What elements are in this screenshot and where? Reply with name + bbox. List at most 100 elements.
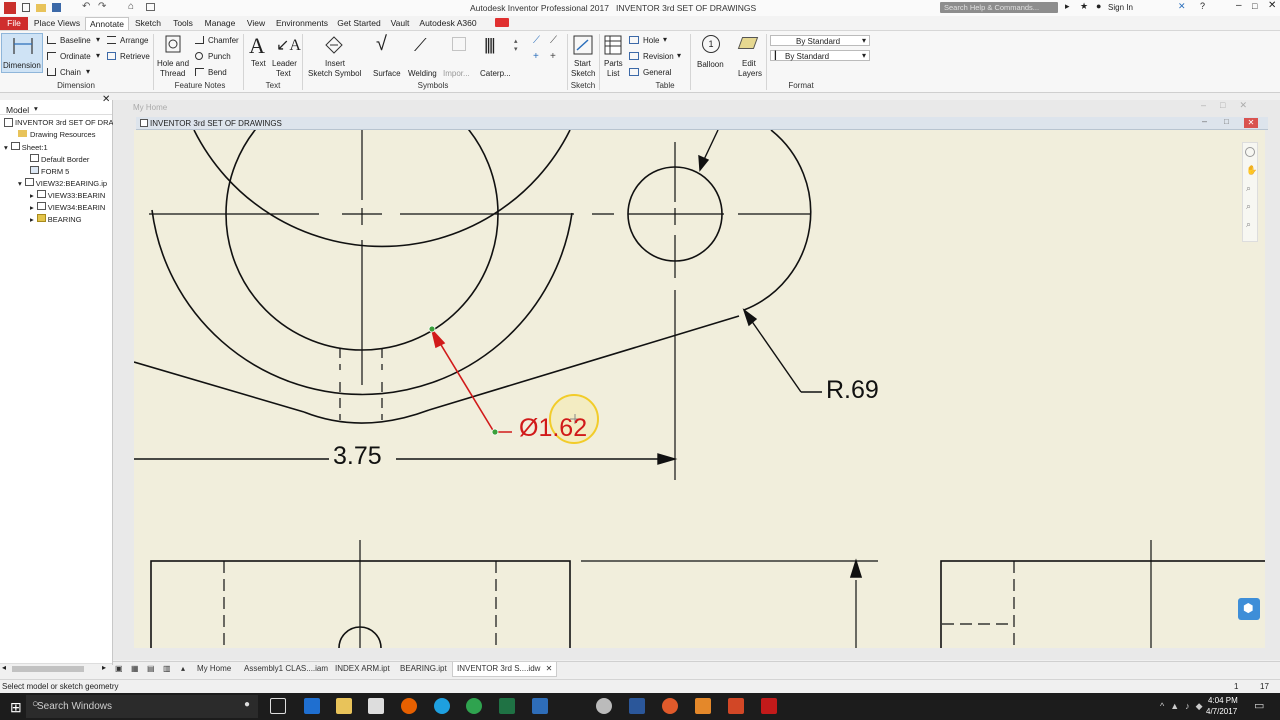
tab-annotate[interactable]: Annotate <box>85 17 129 30</box>
tab-environments[interactable]: Environments <box>274 17 330 30</box>
tree-item-view33[interactable]: ▸ VIEW33:BEARIN <box>30 190 105 200</box>
expand-icon[interactable]: ▸ <box>30 203 34 212</box>
binoculars-icon[interactable]: ▸ <box>1065 1 1070 12</box>
tree-item-drawing[interactable]: INVENTOR 3rd SET OF DRAV <box>4 118 118 127</box>
help-icon[interactable]: ? <box>1200 1 1205 11</box>
save-icon[interactable] <box>52 3 61 12</box>
tab-get-started[interactable]: Get Started <box>336 17 382 30</box>
outer-window-controls[interactable]: –□✕ <box>1201 100 1261 111</box>
baseline-button[interactable]: Baseline <box>60 36 91 45</box>
tab-list-icon[interactable]: ▴ <box>181 664 185 673</box>
scroll-thumb[interactable] <box>12 666 84 672</box>
general-table-button[interactable]: General <box>643 68 671 77</box>
hole-table-dropdown-icon[interactable]: ▾ <box>663 35 667 44</box>
tab-vault[interactable]: Vault <box>388 17 412 30</box>
scroll-right-icon[interactable]: ▸ <box>102 663 106 672</box>
chain-dropdown-icon[interactable]: ▾ <box>86 67 90 76</box>
redo-icon[interactable]: ↷ <box>98 1 106 12</box>
home-icon[interactable]: ⌂ <box>128 1 134 12</box>
sketch-center-icon[interactable]: + <box>550 51 556 62</box>
minimize-button[interactable]: – <box>1236 0 1242 11</box>
taskbar-search-input[interactable]: ○ Search Windows ● <box>26 695 258 718</box>
doc-minimize-button[interactable]: – <box>1202 116 1207 126</box>
dimension-text-3-75[interactable]: 3.75 <box>333 442 382 471</box>
tab-index-arm[interactable]: INDEX ARM.ipt <box>335 664 390 673</box>
store-icon[interactable] <box>368 698 384 714</box>
style-select[interactable]: By Standard ▾ <box>770 35 870 46</box>
text-button[interactable]: A Text <box>247 33 269 79</box>
inventor-taskbar-icon[interactable] <box>695 698 711 714</box>
punch-button[interactable]: Punch <box>208 52 231 61</box>
tab-close-icon[interactable]: ✕ <box>546 664 553 673</box>
tab-inventor-drawing[interactable]: INVENTOR 3rd S....idw ✕ <box>452 662 558 677</box>
ordinate-button[interactable]: Ordinate <box>60 52 91 61</box>
browser-header-label[interactable]: Model <box>6 105 29 115</box>
tab-my-home[interactable]: My Home <box>197 664 231 673</box>
tab-place-views[interactable]: Place Views <box>33 17 81 30</box>
tab-view[interactable]: View <box>244 17 268 30</box>
grip-point-start[interactable] <box>428 325 436 333</box>
insert-sketch-symbol-button[interactable]: Insert Sketch Symbol <box>306 33 362 79</box>
zoom-all-icon[interactable]: ⌕ <box>1246 183 1251 194</box>
exchange-apps-icon[interactable]: ✕ <box>1178 1 1186 12</box>
sign-in-link[interactable]: Sign In <box>1108 3 1133 12</box>
diameter-leader-line[interactable] <box>431 329 495 433</box>
welding-button[interactable]: ⟋ Welding <box>406 33 440 79</box>
tab-bearing[interactable]: BEARING.ipt <box>400 664 447 673</box>
excel-icon[interactable] <box>499 698 515 714</box>
browser-close-icon[interactable]: ✕ <box>102 94 110 105</box>
tree-item-view32[interactable]: ▾ VIEW32:BEARING.ip <box>18 178 107 188</box>
zoom-window-icon[interactable]: ⌕ <box>1246 201 1251 212</box>
notifications-icon[interactable]: ▭ <box>1254 699 1264 712</box>
favorites-star-icon[interactable]: ★ <box>1080 1 1088 12</box>
collapse-icon[interactable]: ▾ <box>4 143 8 152</box>
edge-browser-icon[interactable] <box>304 698 320 714</box>
start-windows-icon[interactable]: ⊞ <box>10 699 22 716</box>
chrome-icon[interactable] <box>466 698 482 714</box>
revision-dropdown-icon[interactable]: ▾ <box>677 51 681 60</box>
expand-icon[interactable]: ▸ <box>30 191 34 200</box>
layer-select[interactable]: ┃ By Standard ▾ <box>770 50 870 61</box>
leader-text-button[interactable]: ↙A Leader Text <box>272 33 301 79</box>
word-icon[interactable] <box>629 698 645 714</box>
close-window-button[interactable]: ✕ <box>1268 0 1276 11</box>
internet-explorer-icon[interactable] <box>434 698 450 714</box>
balloon-button[interactable]: 1 Balloon <box>696 33 726 79</box>
ordinate-dropdown-icon[interactable]: ▾ <box>96 51 100 60</box>
tab-sketch[interactable]: Sketch <box>133 17 163 30</box>
dimension-text-radius[interactable]: R.69 <box>826 376 879 405</box>
app-logo-icon[interactable] <box>4 2 16 14</box>
tab-assembly1[interactable]: Assembly1 CLAS....iam <box>244 664 328 673</box>
edit-layers-button[interactable]: Edit Layers <box>736 33 762 79</box>
expand-icon[interactable]: ▸ <box>30 215 34 224</box>
start-sketch-button[interactable]: Start Sketch <box>570 33 596 79</box>
file-explorer-icon[interactable] <box>336 698 352 714</box>
ribbon-options-icon[interactable] <box>495 18 509 27</box>
baseline-dropdown-icon[interactable]: ▾ <box>96 35 100 44</box>
steering-wheel-icon[interactable] <box>1245 147 1255 157</box>
recorder-icon[interactable] <box>662 698 678 714</box>
acrobat-icon[interactable] <box>761 698 777 714</box>
tree-item-drawing-resources[interactable]: Drawing Resources <box>18 130 95 139</box>
retrieve-button[interactable]: Retrieve <box>120 52 150 61</box>
clock-date[interactable]: 4/7/2017 <box>1206 707 1237 716</box>
clock-time[interactable]: 4:04 PM <box>1208 696 1238 705</box>
doc-close-button[interactable]: ✕ <box>1244 118 1258 128</box>
drawing-sheet[interactable]: 3.75 Ø1.62 R.69 ✋ ⌕ ⌕ ⌕ ⬢ <box>134 130 1265 648</box>
tab-autodesk-a360[interactable]: Autodesk A360 <box>418 17 478 30</box>
caterpillar-button[interactable]: |||| Caterp... <box>478 33 512 79</box>
tab-manage[interactable]: Manage <box>202 17 238 30</box>
zoom-icon[interactable]: ⌕ <box>1246 219 1251 230</box>
open-icon[interactable] <box>36 4 46 12</box>
powerpoint-icon[interactable] <box>728 698 744 714</box>
settings-app-icon[interactable] <box>596 698 612 714</box>
new-icon[interactable] <box>22 3 30 12</box>
cascade-icon[interactable]: ▦ <box>131 664 139 673</box>
undo-icon[interactable]: ↶ <box>82 1 90 12</box>
dimension-text-diameter[interactable]: Ø1.62 <box>519 414 587 443</box>
arrange-icon[interactable]: ▤ <box>147 664 155 673</box>
browser-header-dropdown-icon[interactable]: ▾ <box>34 104 38 113</box>
grip-point-end[interactable] <box>491 428 499 436</box>
user-icon[interactable]: ● <box>1096 1 1101 11</box>
surface-button[interactable]: √ Surface <box>370 33 402 79</box>
